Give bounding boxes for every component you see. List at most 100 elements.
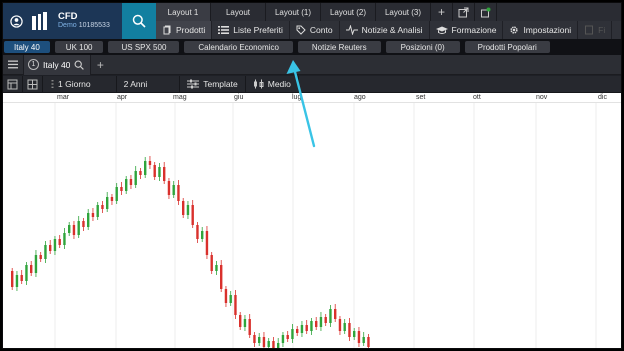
- candle-body: [134, 171, 137, 185]
- menu-item-liste-preferiti[interactable]: Liste Preferiti: [212, 21, 290, 39]
- candle-body: [239, 315, 242, 327]
- candle-body: [201, 231, 204, 239]
- month-label: mar: [57, 94, 70, 101]
- layout-tab-2[interactable]: Layout: [211, 3, 266, 21]
- candle-body: [220, 265, 223, 289]
- quick-calendario-economico[interactable]: Calendario Economico: [184, 41, 293, 53]
- chart-tab[interactable]: 1 Italy 40: [23, 54, 92, 75]
- candle-body: [362, 337, 365, 343]
- template-button[interactable]: Template: [180, 76, 246, 92]
- hamburger-menu-icon[interactable]: [3, 60, 23, 69]
- account-mode: Demo: [58, 22, 77, 30]
- menu-item-impostazioni[interactable]: Impostazioni: [503, 21, 579, 39]
- candle-body: [58, 239, 61, 245]
- add-layout-icon[interactable]: +: [431, 3, 453, 21]
- month-label: giu: [234, 94, 244, 101]
- chart-toolbar: 1 Giorno 2 Anni Template Medio: [3, 76, 621, 93]
- document-icon: [585, 25, 594, 35]
- app-window: CFD Demo 10185533 Layout 1 Layout Layout …: [2, 2, 622, 349]
- quick-notizie-reuters[interactable]: Notizie Reuters: [297, 41, 381, 53]
- month-label: nov: [536, 94, 548, 101]
- candle-body: [139, 171, 142, 175]
- candle-body: [272, 341, 275, 348]
- layout-tab-5[interactable]: Layout (3): [376, 3, 431, 21]
- candle-body: [15, 275, 19, 287]
- month-label: ago: [354, 94, 366, 101]
- price-chart[interactable]: mar apr mag giu lug ago set ott nov dic: [3, 93, 622, 349]
- indicator-button[interactable]: Medio: [246, 76, 299, 92]
- sliders-icon: [187, 79, 200, 89]
- candle-body: [96, 205, 99, 217]
- quick-us-spx-500[interactable]: US SPX 500: [108, 41, 180, 53]
- candle-body: [300, 325, 304, 333]
- candle-body: [30, 265, 33, 273]
- month-label: ott: [473, 94, 481, 101]
- candle-body: [101, 205, 104, 209]
- layout-grid-icon[interactable]: [23, 76, 43, 92]
- candle-body: [234, 295, 237, 315]
- detach-window-icon[interactable]: [453, 3, 475, 21]
- search-button[interactable]: [122, 3, 156, 39]
- quick-access-bar: Italy 40 UK 100 US SPX 500 Calendario Ec…: [3, 39, 621, 55]
- month-label: set: [416, 94, 426, 101]
- candle-body: [153, 165, 156, 177]
- candle-body: [63, 233, 66, 245]
- candle-body: [243, 319, 247, 327]
- candles-icon: [253, 79, 264, 89]
- range-selector[interactable]: 2 Anni: [117, 76, 181, 92]
- candle-body: [158, 167, 161, 177]
- candle-body: [172, 185, 175, 195]
- candle-body: [53, 239, 57, 251]
- candle-body: [44, 245, 47, 259]
- candle-body: [177, 185, 180, 201]
- logo-icon: [32, 12, 50, 30]
- chart-settings-icon[interactable]: [3, 76, 23, 92]
- interval-selector[interactable]: 1 Giorno: [43, 76, 117, 92]
- candle-body: [334, 309, 337, 319]
- candle-body: [120, 187, 123, 191]
- menu-item-prodotti[interactable]: Prodotti: [156, 21, 213, 39]
- candle-body: [182, 201, 185, 215]
- candle-body: [248, 319, 251, 335]
- month-label: dic: [598, 94, 607, 101]
- menu-item-conto[interactable]: Conto: [290, 21, 340, 39]
- layout-tab-4[interactable]: Layout (2): [321, 3, 376, 21]
- quick-uk-100[interactable]: UK 100: [54, 41, 104, 53]
- candle-body: [115, 187, 118, 201]
- quick-posizioni[interactable]: Posizioni (0): [385, 41, 460, 53]
- candle-body: [167, 181, 171, 195]
- candle-body: [310, 321, 313, 331]
- candle-body: [148, 161, 152, 165]
- candle-body: [253, 335, 256, 343]
- candle-body: [144, 161, 147, 175]
- quick-italy-40[interactable]: Italy 40: [4, 41, 50, 53]
- candle-body: [110, 197, 114, 201]
- candle-body: [39, 255, 42, 259]
- candle-body: [215, 265, 218, 271]
- candle-body: [229, 295, 232, 303]
- month-label: apr: [117, 94, 128, 101]
- menu-item-truncated[interactable]: Fi: [578, 21, 613, 39]
- user-account-icon[interactable]: [6, 11, 26, 31]
- chart-tab-label: Italy 40: [43, 59, 71, 70]
- candle-body: [338, 319, 342, 331]
- candle-body: [34, 255, 38, 273]
- add-chart-icon[interactable]: +: [91, 58, 109, 72]
- layout-tab-3[interactable]: Layout (1): [266, 3, 321, 21]
- candlestick-chart[interactable]: [3, 93, 622, 349]
- candle-body: [163, 167, 166, 181]
- candle-body: [129, 179, 133, 185]
- gear-icon: [510, 26, 519, 34]
- quick-prodotti-popolari[interactable]: Prodotti Popolari: [464, 41, 550, 53]
- candle-body: [262, 337, 266, 347]
- account-number: 10185533: [78, 22, 110, 30]
- menu-item-formazione[interactable]: Formazione: [430, 21, 504, 39]
- new-window-icon[interactable]: [475, 3, 497, 21]
- products-icon: [163, 25, 171, 35]
- layout-tab-1[interactable]: Layout 1: [156, 3, 211, 21]
- candle-body: [291, 329, 294, 339]
- menu-item-notizie-analisi[interactable]: Notizie & Analisi: [340, 21, 430, 39]
- layout-tabs: Layout 1 Layout Layout (1) Layout (2) La…: [156, 3, 621, 21]
- candle-body: [367, 337, 370, 347]
- candle-body: [210, 255, 213, 271]
